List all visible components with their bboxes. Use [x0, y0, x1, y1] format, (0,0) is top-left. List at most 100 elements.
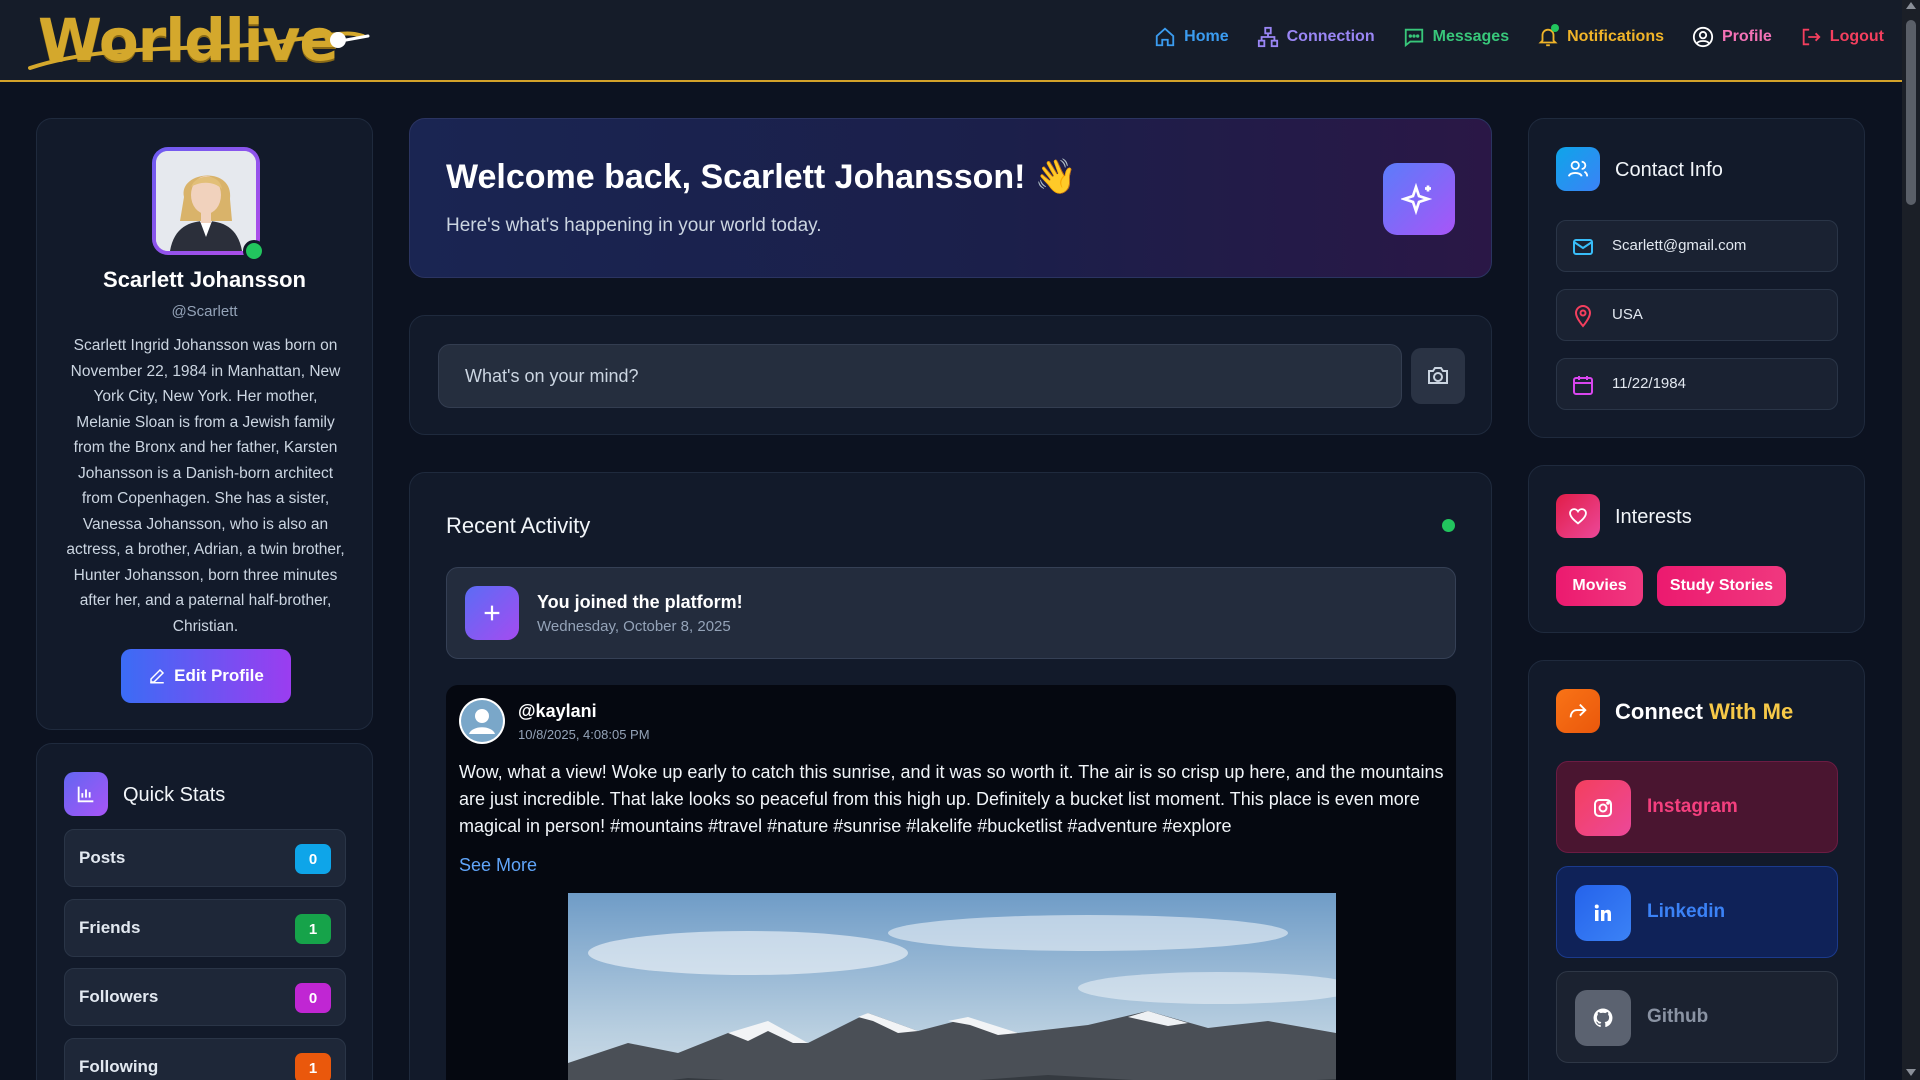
stat-badge: 1: [295, 914, 331, 944]
connect-title: Connect With Me: [1615, 699, 1793, 725]
post-timestamp: 10/8/2025, 4:08:05 PM: [518, 727, 650, 742]
instagram-link[interactable]: Instagram: [1556, 761, 1838, 853]
page-scrollbar[interactable]: [1902, 0, 1920, 1080]
contact-info-card: Contact Info Scarlett@gmail.com USA 11/2…: [1528, 118, 1865, 438]
sparkle-button[interactable]: [1383, 163, 1455, 235]
interests-card: Interests Movies Study Stories: [1528, 465, 1865, 633]
nav-logout-label: Logout: [1829, 28, 1884, 45]
github-icon: [1575, 990, 1631, 1046]
connect-title-a: Connect: [1615, 699, 1703, 724]
edit-profile-label: Edit Profile: [174, 666, 264, 685]
worldlive-logo[interactable]: Worldlive: [28, 2, 378, 76]
stat-row-friends[interactable]: Friends 1: [64, 899, 346, 957]
profile-card: Scarlett Johansson @Scarlett Scarlett In…: [36, 118, 373, 730]
activity-joined-date: Wednesday, October 8, 2025: [537, 618, 731, 635]
contact-birthday: 11/22/1984: [1612, 375, 1686, 392]
logout-icon: [1802, 28, 1821, 46]
nav-logout[interactable]: Logout: [1800, 26, 1884, 48]
interest-tag-movies[interactable]: Movies: [1556, 566, 1643, 606]
recent-activity-title: Recent Activity: [446, 513, 591, 538]
map-pin-icon: [1574, 305, 1592, 328]
linkedin-link[interactable]: Linkedin: [1556, 866, 1838, 958]
pencil-icon: [150, 668, 165, 684]
sparkles-icon: [1401, 182, 1433, 216]
contact-info-title: Contact Info: [1615, 159, 1723, 181]
calendar-icon: [1573, 376, 1593, 395]
nav-notifications[interactable]: Notifications: [1537, 24, 1664, 48]
share-arrow-icon: [1556, 689, 1600, 733]
scroll-thumb[interactable]: [1906, 20, 1916, 205]
nav-profile[interactable]: Profile: [1692, 26, 1772, 48]
scroll-down-arrow-icon[interactable]: [1906, 1069, 1916, 1076]
post-author-avatar[interactable]: [459, 698, 505, 744]
stat-badge: 1: [295, 1053, 331, 1080]
online-status-dot: [243, 240, 265, 262]
mountain-photo: [568, 893, 1336, 1080]
welcome-subtitle: Here's what's happening in your world to…: [446, 215, 822, 236]
profile-avatar-image: [156, 151, 256, 251]
recent-activity-card: Recent Activity You joined the platform!…: [409, 472, 1492, 1080]
logo-swoosh-icon: [28, 31, 370, 70]
stat-badge: 0: [295, 983, 331, 1013]
stat-label: Following: [79, 1057, 159, 1076]
network-icon: [1257, 26, 1278, 48]
quick-stats-title: Quick Stats: [123, 784, 226, 806]
feed-post: @kaylani 10/8/2025, 4:08:05 PM Wow, what…: [446, 685, 1456, 1080]
stat-label: Posts: [79, 848, 126, 867]
heart-icon: [1556, 494, 1600, 538]
post-author-handle[interactable]: @kaylani: [518, 701, 597, 722]
nav-profile-label: Profile: [1722, 28, 1772, 45]
quick-stats-card: Quick Stats Posts 0 Friends 1 Followers …: [36, 743, 373, 1080]
edit-profile-button[interactable]: Edit Profile: [121, 649, 291, 703]
plus-icon: [465, 586, 519, 640]
stat-row-following[interactable]: Following 1: [64, 1038, 346, 1080]
post-image[interactable]: [568, 893, 1336, 1080]
instagram-label: Instagram: [1647, 796, 1738, 817]
linkedin-label: Linkedin: [1647, 901, 1726, 922]
connect-with-me-card: Connect With Me Instagram Linkedin Githu…: [1528, 660, 1865, 1080]
stat-label: Followers: [79, 987, 159, 1006]
contact-location: USA: [1612, 306, 1643, 323]
stat-row-followers[interactable]: Followers 0: [64, 968, 346, 1026]
nav-home-label: Home: [1184, 28, 1229, 45]
post-composer-input[interactable]: What's on your mind?: [438, 344, 1402, 408]
stat-row-posts[interactable]: Posts 0: [64, 829, 346, 887]
add-photo-button[interactable]: [1411, 348, 1465, 404]
profile-avatar[interactable]: [152, 147, 260, 255]
activity-joined-title: You joined the platform!: [537, 592, 743, 612]
portrait-illustration: [156, 151, 256, 251]
stat-badge: 0: [295, 844, 331, 874]
camera-icon: [1428, 367, 1448, 384]
scroll-up-arrow-icon[interactable]: [1906, 2, 1916, 9]
mail-icon: [1573, 239, 1593, 255]
welcome-banner: Welcome back, Scarlett Johansson! 👋 Here…: [409, 118, 1492, 278]
nav-connection[interactable]: Connection: [1257, 26, 1375, 48]
see-more-link[interactable]: See More: [459, 855, 537, 876]
live-indicator-dot: [1442, 519, 1455, 532]
instagram-icon: [1575, 780, 1631, 836]
nav-home[interactable]: Home: [1154, 26, 1229, 48]
github-label: Github: [1647, 1006, 1709, 1027]
contact-birthday-row: 11/22/1984: [1556, 358, 1838, 410]
default-avatar-icon: [461, 700, 503, 742]
profile-bio: Scarlett Ingrid Johansson was born on No…: [66, 337, 345, 635]
bell-icon-wrap: [1537, 24, 1560, 48]
profile-handle: @Scarlett: [171, 303, 238, 320]
github-link[interactable]: Github: [1556, 971, 1838, 1063]
interests-title: Interests: [1615, 506, 1692, 528]
message-icon: [1404, 28, 1423, 48]
profile-name: Scarlett Johansson: [103, 267, 306, 292]
activity-item-joined[interactable]: You joined the platform! Wednesday, Octo…: [446, 567, 1456, 659]
main-nav: Home Connection Messages Notifications P…: [1154, 24, 1884, 48]
connect-title-b: With Me: [1709, 699, 1794, 724]
home-icon: [1155, 27, 1175, 47]
post-text: Wow, what a view! Woke up early to catch…: [459, 762, 1444, 836]
contact-email-row[interactable]: Scarlett@gmail.com: [1556, 220, 1838, 272]
linkedin-icon: [1575, 885, 1631, 941]
nav-messages[interactable]: Messages: [1403, 26, 1509, 48]
contact-location-row: USA: [1556, 289, 1838, 341]
interest-tag-study-stories[interactable]: Study Stories: [1657, 566, 1786, 606]
stat-label: Friends: [79, 918, 141, 937]
users-icon: [1556, 147, 1600, 191]
user-circle-icon: [1692, 26, 1714, 48]
